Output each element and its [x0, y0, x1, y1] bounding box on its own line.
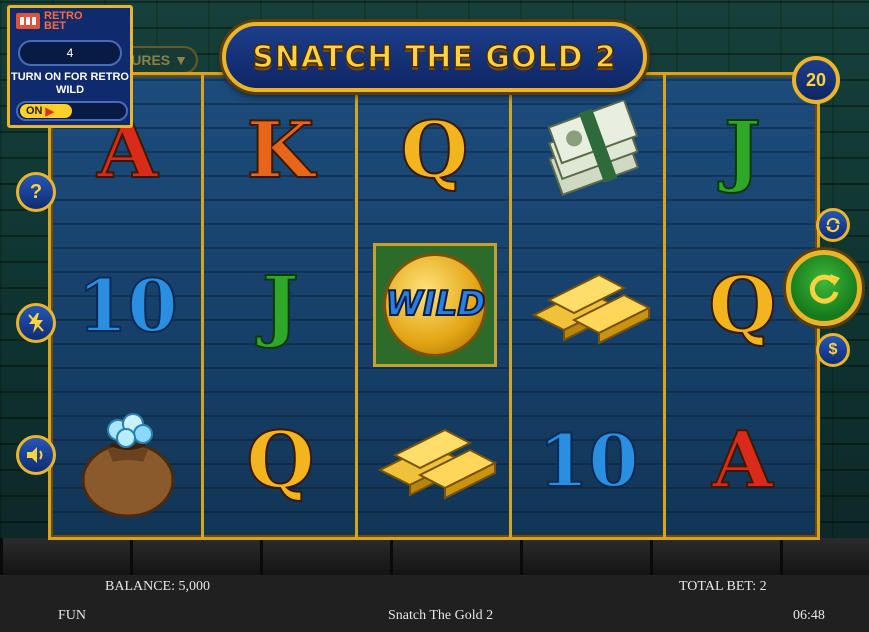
money-bag-icon [51, 385, 204, 535]
retro-logo-icon [16, 13, 40, 29]
balance-text: BALANCE: 5,000 [105, 579, 210, 594]
lightning-icon [28, 313, 44, 333]
chevron-down-icon: ▼ [174, 52, 188, 68]
sound-button[interactable] [16, 435, 56, 475]
reel-1: A 10 [51, 75, 204, 537]
cash-stack-icon [512, 75, 665, 225]
help-icon: ? [29, 180, 43, 203]
clock-text: 06:48 [793, 608, 825, 623]
symbol-q: Q [400, 104, 470, 197]
arrow-right-icon: ▶ [45, 105, 54, 118]
retro-caption: TURN ON FOR RETRO WILD [11, 71, 129, 96]
autoplay-icon [826, 217, 840, 233]
help-button[interactable]: ? [16, 172, 56, 212]
spin-button[interactable] [786, 250, 862, 326]
symbol-k: K [246, 104, 316, 197]
wild-coin-symbol: WILD [358, 230, 511, 380]
lines-count: 20 [805, 69, 827, 90]
toggle-on-label: ON [26, 105, 43, 117]
coin-icon: $ [828, 341, 838, 358]
reel-2: K J Q [204, 75, 357, 537]
game-title: SNATCH THE GOLD 2 [251, 39, 617, 76]
speaker-icon [27, 447, 43, 463]
mode-text: FUN [58, 608, 87, 623]
symbol-j: J [261, 259, 300, 352]
turbo-button[interactable] [16, 303, 56, 343]
features-label: URES [131, 52, 171, 68]
retro-wild-toggle[interactable]: ON ▶ [16, 101, 128, 121]
wild-label: WILD [384, 283, 486, 325]
symbol-10: 10 [76, 262, 178, 349]
bet-button[interactable]: $ [816, 333, 850, 367]
total-bet-text: TOTAL BET: 2 [679, 579, 767, 594]
toggle-on-knob: ON ▶ [20, 104, 72, 118]
gold-bars-icon [512, 230, 665, 380]
game-title-banner: SNATCH THE GOLD 2 [222, 22, 647, 92]
reel-grid: A 10 K J Q Q WILD 10 J Q A [48, 72, 820, 540]
retro-bet-logo: RETRO BET [16, 11, 83, 32]
retro-bet-value[interactable]: 4 [18, 40, 122, 66]
reel-3: Q WILD [358, 75, 511, 537]
retro-bet-panel: RETRO BET 4 TURN ON FOR RETRO WILD ON ▶ [7, 5, 133, 128]
game-name-text: Snatch The Gold 2 [388, 608, 494, 623]
retro-logo-line2: BET [44, 20, 66, 32]
autoplay-button[interactable] [816, 208, 850, 242]
symbol-q: Q [246, 414, 316, 507]
symbol-10: 10 [537, 417, 639, 504]
reel-4: 10 [512, 75, 665, 537]
gold-bars-icon [358, 385, 511, 535]
spin-icon [809, 274, 840, 304]
lines-badge: 20 [792, 56, 840, 104]
symbol-j: J [723, 104, 762, 197]
symbol-a: A [711, 414, 774, 507]
status-bar: BALANCE: 5,000 TOTAL BET: 2 FUN Snatch T… [0, 575, 869, 632]
floor [0, 538, 869, 575]
retro-bet-value-text: 4 [66, 46, 74, 60]
